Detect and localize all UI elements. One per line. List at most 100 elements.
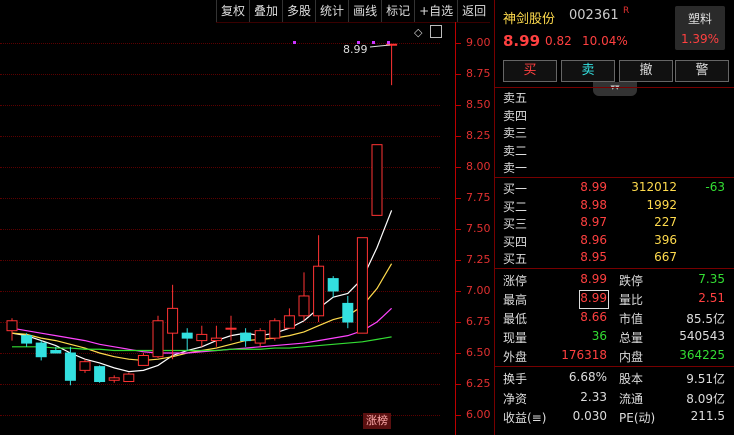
ask-label: 卖一 bbox=[503, 161, 528, 175]
stat-row: 最高 8.99 量比 2.51 bbox=[495, 291, 734, 308]
candle[interactable] bbox=[64, 346, 76, 386]
candle-body bbox=[342, 302, 354, 323]
bid-label: 买一 bbox=[503, 182, 528, 196]
stat-label: 最高 bbox=[503, 293, 528, 307]
ask-row[interactable]: 卖二 bbox=[495, 142, 734, 159]
kline-chart[interactable]: 复权 叠加 多股 统计 画线 标记 +自选 返回 9.00 8.75 8.50 8.2… bbox=[0, 0, 493, 435]
stat-label: 涨停 bbox=[503, 274, 528, 288]
price-change-pct: 10.04% bbox=[582, 34, 628, 48]
stat-row: 收益(≡) 0.030 PE(动) 211.5 bbox=[495, 409, 734, 426]
sell-button[interactable]: 卖 bbox=[561, 60, 615, 82]
stat-label: 量比 bbox=[619, 293, 644, 307]
last-price: 8.99 bbox=[503, 32, 541, 50]
candle[interactable] bbox=[167, 284, 179, 360]
candle[interactable] bbox=[356, 237, 368, 334]
sector-tag[interactable]: 塑料 1.39% bbox=[675, 6, 725, 50]
candle[interactable] bbox=[298, 272, 310, 321]
stat-row: 现量 36 总量 540543 bbox=[495, 329, 734, 346]
candle-body bbox=[64, 352, 76, 381]
annotation-arrow bbox=[369, 44, 391, 48]
candle-body bbox=[254, 330, 266, 344]
bid-row[interactable]: 买三 8.97 227 bbox=[495, 215, 734, 232]
alert-button[interactable]: 警 bbox=[675, 60, 729, 82]
stat-label: PE(动) bbox=[619, 411, 656, 425]
candle[interactable] bbox=[21, 333, 33, 347]
divider bbox=[495, 366, 734, 367]
stock-code: 002361 bbox=[569, 8, 619, 23]
bid-row[interactable]: 买二 8.98 1992 bbox=[495, 198, 734, 215]
ask-row[interactable]: 卖五 bbox=[495, 89, 734, 106]
candle[interactable] bbox=[254, 328, 266, 347]
candle-body bbox=[167, 307, 179, 334]
stat-value: 211.5 bbox=[690, 409, 725, 423]
ask-row[interactable]: 卖一 bbox=[495, 159, 734, 176]
stock-name: 神剑股份 bbox=[503, 12, 556, 27]
bid-label: 买五 bbox=[503, 252, 528, 266]
bid-price: 8.95 bbox=[580, 250, 607, 264]
candle-body bbox=[196, 333, 208, 342]
candle-body bbox=[94, 366, 106, 383]
divider bbox=[495, 268, 734, 269]
bid-volume: 396 bbox=[654, 232, 677, 247]
candle-body bbox=[283, 315, 295, 329]
candle[interactable] bbox=[342, 295, 354, 329]
bid-label: 买二 bbox=[503, 199, 528, 214]
bid-price: 8.97 bbox=[580, 215, 607, 229]
candle-body bbox=[21, 335, 33, 344]
bid-volume-change: -63 bbox=[705, 180, 725, 194]
candle-body bbox=[327, 278, 339, 292]
candle[interactable] bbox=[269, 318, 281, 341]
sector-pct: 1.39% bbox=[680, 32, 720, 46]
high-price-annotation: 8.99 bbox=[343, 43, 368, 56]
candle[interactable] bbox=[210, 325, 222, 347]
candle[interactable] bbox=[327, 276, 339, 298]
signal-dot bbox=[372, 41, 375, 44]
candle-body bbox=[371, 144, 383, 216]
ask-row[interactable]: 卖四 bbox=[495, 107, 734, 124]
sector-name: 塑料 bbox=[687, 12, 712, 26]
candle[interactable] bbox=[35, 340, 47, 361]
candle[interactable] bbox=[79, 359, 91, 373]
stat-label: 跌停 bbox=[619, 274, 644, 288]
divider bbox=[495, 177, 734, 178]
stat-row: 净资 2.33 流通 8.09亿 bbox=[495, 390, 734, 407]
candle-body bbox=[35, 342, 47, 358]
bid-label: 买四 bbox=[503, 234, 528, 249]
candle-body bbox=[298, 295, 310, 317]
stat-value: 7.35 bbox=[698, 272, 725, 286]
stat-value: 8.66 bbox=[580, 310, 607, 324]
candle[interactable] bbox=[123, 372, 135, 383]
bid-row[interactable]: 买四 8.96 396 bbox=[495, 233, 734, 250]
bid-row[interactable]: 买五 8.95 667 bbox=[495, 250, 734, 267]
candle-body bbox=[6, 320, 18, 332]
candle-body bbox=[137, 354, 149, 366]
candle[interactable] bbox=[240, 328, 252, 347]
candle[interactable] bbox=[108, 375, 120, 383]
stat-value: 2.33 bbox=[580, 389, 607, 404]
candle[interactable] bbox=[386, 43, 398, 86]
cancel-order-button[interactable]: 撤 bbox=[619, 60, 673, 82]
candle[interactable] bbox=[6, 318, 18, 341]
candle[interactable] bbox=[181, 328, 193, 351]
stat-label: 外盘 bbox=[503, 350, 528, 364]
candle[interactable] bbox=[313, 235, 325, 322]
candle[interactable] bbox=[152, 315, 164, 358]
candle[interactable] bbox=[137, 353, 149, 366]
candle[interactable] bbox=[283, 308, 295, 329]
ask-label: 卖三 bbox=[503, 126, 528, 140]
limit-up-badge[interactable]: 涨榜 bbox=[363, 413, 391, 429]
buy-button[interactable]: 买 bbox=[503, 60, 557, 82]
ask-row[interactable]: 卖三 bbox=[495, 124, 734, 141]
candle-body bbox=[79, 361, 91, 371]
candle[interactable] bbox=[371, 144, 383, 216]
stat-value: 540543 bbox=[679, 329, 725, 343]
bid-volume: 667 bbox=[654, 250, 677, 264]
candle[interactable] bbox=[196, 325, 208, 347]
candle-body bbox=[123, 373, 135, 383]
bid-row[interactable]: 买一 8.99 312012 -63 bbox=[495, 180, 734, 197]
candle[interactable] bbox=[94, 365, 106, 383]
quote-panel: 神剑股份 002361 R 8.99 0.82 10.04% 塑料 1.39% … bbox=[494, 0, 734, 435]
stat-value: 8.09亿 bbox=[686, 391, 725, 406]
stat-row: 换手 6.68% 股本 9.51亿 bbox=[495, 370, 734, 387]
stat-row: 最低 8.66 市值 85.5亿 bbox=[495, 310, 734, 327]
